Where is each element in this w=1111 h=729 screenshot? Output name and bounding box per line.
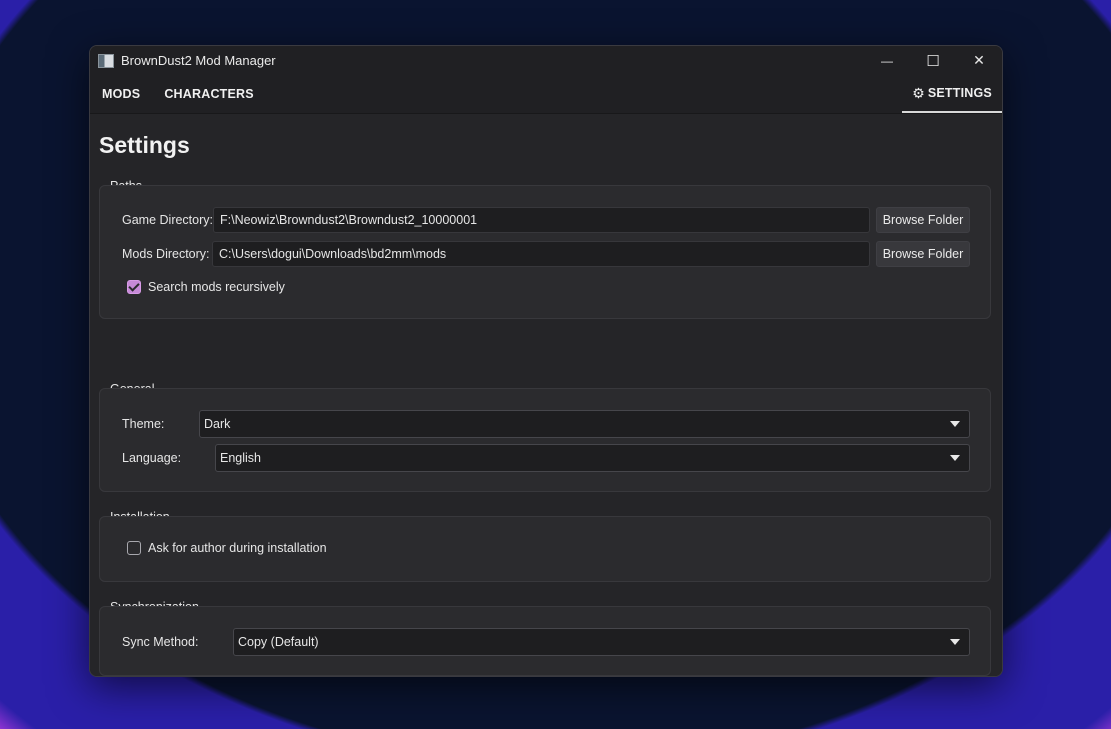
mods-directory-input[interactable]: C:\Users\dogui\Downloads\bd2mm\mods: [212, 241, 870, 267]
general-group: Theme: Dark Language: English: [99, 388, 991, 492]
ask-author-checkbox[interactable]: [127, 541, 141, 555]
top-nav: MODS CHARACTERS ⚙ SETTINGS: [90, 75, 1002, 114]
close-icon: ✕: [973, 52, 985, 68]
checkmark-icon: [128, 280, 140, 292]
app-icon: [98, 53, 114, 68]
title-bar[interactable]: BrownDust2 Mod Manager — ☐ ✕: [90, 46, 1002, 75]
window-controls: — ☐ ✕: [864, 46, 1002, 75]
minimize-icon: —: [881, 53, 893, 68]
minimize-button[interactable]: —: [864, 46, 910, 75]
page-title: Settings: [99, 132, 190, 158]
window-title: BrownDust2 Mod Manager: [121, 53, 276, 68]
tab-settings[interactable]: ⚙ SETTINGS: [902, 75, 1002, 113]
app-window: BrownDust2 Mod Manager — ☐ ✕ MODS CHARAC…: [89, 45, 1003, 677]
tab-settings-label: SETTINGS: [927, 86, 992, 100]
mods-directory-label: Mods Directory:: [122, 247, 210, 261]
mods-directory-browse-button[interactable]: Browse Folder: [876, 241, 970, 267]
chevron-down-icon: [950, 421, 960, 427]
theme-select[interactable]: Dark: [199, 410, 970, 438]
close-button[interactable]: ✕: [956, 46, 1002, 75]
tab-characters[interactable]: CHARACTERS: [152, 75, 266, 113]
language-select[interactable]: English: [215, 444, 970, 472]
sync-method-select[interactable]: Copy (Default): [233, 628, 970, 656]
tab-mods[interactable]: MODS: [90, 75, 152, 113]
language-label: Language:: [122, 451, 182, 465]
installation-group: Ask for author during installation: [99, 516, 991, 582]
theme-select-value: Dark: [204, 417, 231, 431]
game-directory-input[interactable]: F:\Neowiz\Browndust2\Browndust2_10000001: [213, 207, 870, 233]
sync-method-label: Sync Method:: [122, 635, 199, 649]
maximize-icon: ☐: [926, 52, 940, 70]
search-recursive-checkbox[interactable]: [127, 280, 141, 294]
settings-page: Settings Paths Game Directory: F:\Neowiz…: [90, 114, 1002, 676]
language-select-value: English: [220, 451, 261, 465]
ask-author-label[interactable]: Ask for author during installation: [148, 541, 327, 555]
game-directory-label: Game Directory:: [122, 213, 213, 227]
chevron-down-icon: [950, 455, 960, 461]
search-recursive-label[interactable]: Search mods recursively: [148, 280, 285, 294]
gear-icon: ⚙: [912, 84, 925, 101]
paths-group: Game Directory: F:\Neowiz\Browndust2\Bro…: [99, 185, 991, 319]
sync-method-select-value: Copy (Default): [238, 635, 319, 649]
nav-right: ⚙ SETTINGS: [902, 75, 1002, 113]
chevron-down-icon: [950, 639, 960, 645]
maximize-button[interactable]: ☐: [910, 46, 956, 75]
theme-label: Theme:: [122, 417, 165, 431]
synchronization-group: Sync Method: Copy (Default): [99, 606, 991, 676]
game-directory-browse-button[interactable]: Browse Folder: [876, 207, 970, 233]
